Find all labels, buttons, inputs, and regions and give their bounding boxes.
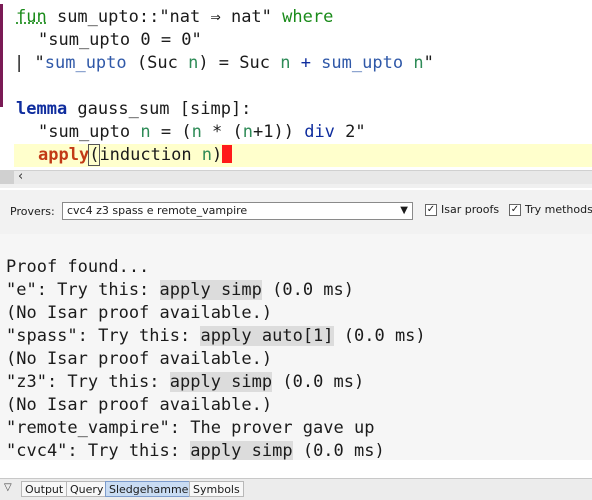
tab-output[interactable]: Output — [21, 481, 68, 497]
text-cursor — [222, 145, 233, 163]
code-line-lemma-statement[interactable]: "sum_upto n = (n * (n+1)) div 2" — [38, 121, 366, 144]
output-line: Proof found... — [6, 257, 150, 277]
output-line: "e": Try this: apply simp (0.0 ms) — [6, 280, 355, 300]
dock-menu-icon[interactable]: ▽ — [4, 482, 12, 493]
output-line: "remote_vampire": The prover gave up — [6, 418, 375, 438]
try-methods-label: Try methods — [525, 203, 592, 216]
provers-label: Provers: — [10, 205, 55, 218]
scrollbar-corner — [0, 171, 14, 185]
proof-suggestion-link[interactable]: apply simp — [169, 372, 273, 392]
fold-marker — [0, 4, 3, 107]
proof-suggestion-link[interactable]: apply simp — [190, 441, 293, 460]
proof-suggestion-link[interactable]: apply auto[1] — [200, 326, 334, 346]
tab-symbols[interactable]: Symbols — [189, 481, 244, 497]
code-line-fun[interactable]: fun sum_upto::"nat ⇒ nat" where — [16, 6, 333, 29]
output-line: "spass": Try this: apply auto[1] (0.0 ms… — [6, 326, 426, 346]
proof-suggestion-link[interactable]: apply simp — [159, 280, 262, 300]
provers-combo[interactable]: cvc4 z3 spass e remote_vampire ▼ — [62, 202, 413, 220]
horizontal-scrollbar[interactable]: ‹ — [0, 169, 592, 185]
output-line: (No Isar proof available.) — [6, 349, 273, 369]
code-line-step-case[interactable]: | "sum_upto (Suc n) = Suc n + sum_upto n… — [14, 52, 434, 75]
checkbox-checked-icon[interactable]: ✓ — [425, 204, 437, 216]
scroll-left-icon[interactable]: ‹ — [18, 169, 23, 184]
code-line-lemma[interactable]: lemma gauss_sum [simp]: — [16, 98, 251, 121]
provers-value: cvc4 z3 spass e remote_vampire — [67, 204, 248, 217]
isar-proofs-label: Isar proofs — [441, 203, 500, 216]
output-line: (No Isar proof available.) — [6, 303, 273, 323]
output-line: "z3": Try this: apply simp (0.0 ms) — [6, 372, 365, 392]
code-line-base-case[interactable]: "sum_upto 0 = 0" — [38, 29, 202, 52]
tab-sledgehammer[interactable]: Sledgehammer — [105, 481, 197, 497]
checkbox-checked-icon[interactable]: ✓ — [509, 204, 521, 216]
splitter[interactable] — [0, 184, 592, 188]
code-line-current[interactable]: apply(induction n) — [14, 144, 592, 167]
sledgehammer-output[interactable]: Proof found... "e": Try this: apply simp… — [0, 234, 592, 460]
output-line: "cvc4": Try this: apply simp (0.0 ms) — [6, 441, 385, 460]
dock-tab-bar: ▽ Output Query Sledgehammer Symbols — [0, 478, 592, 500]
output-line: (No Isar proof available.) — [6, 395, 273, 415]
chevron-down-icon[interactable]: ▼ — [400, 205, 408, 216]
sledgehammer-toolbar: Provers: cvc4 z3 spass e remote_vampire … — [0, 190, 592, 234]
tab-query[interactable]: Query — [66, 481, 108, 497]
theory-editor[interactable]: fun sum_upto::"nat ⇒ nat" where "sum_upt… — [0, 0, 592, 170]
